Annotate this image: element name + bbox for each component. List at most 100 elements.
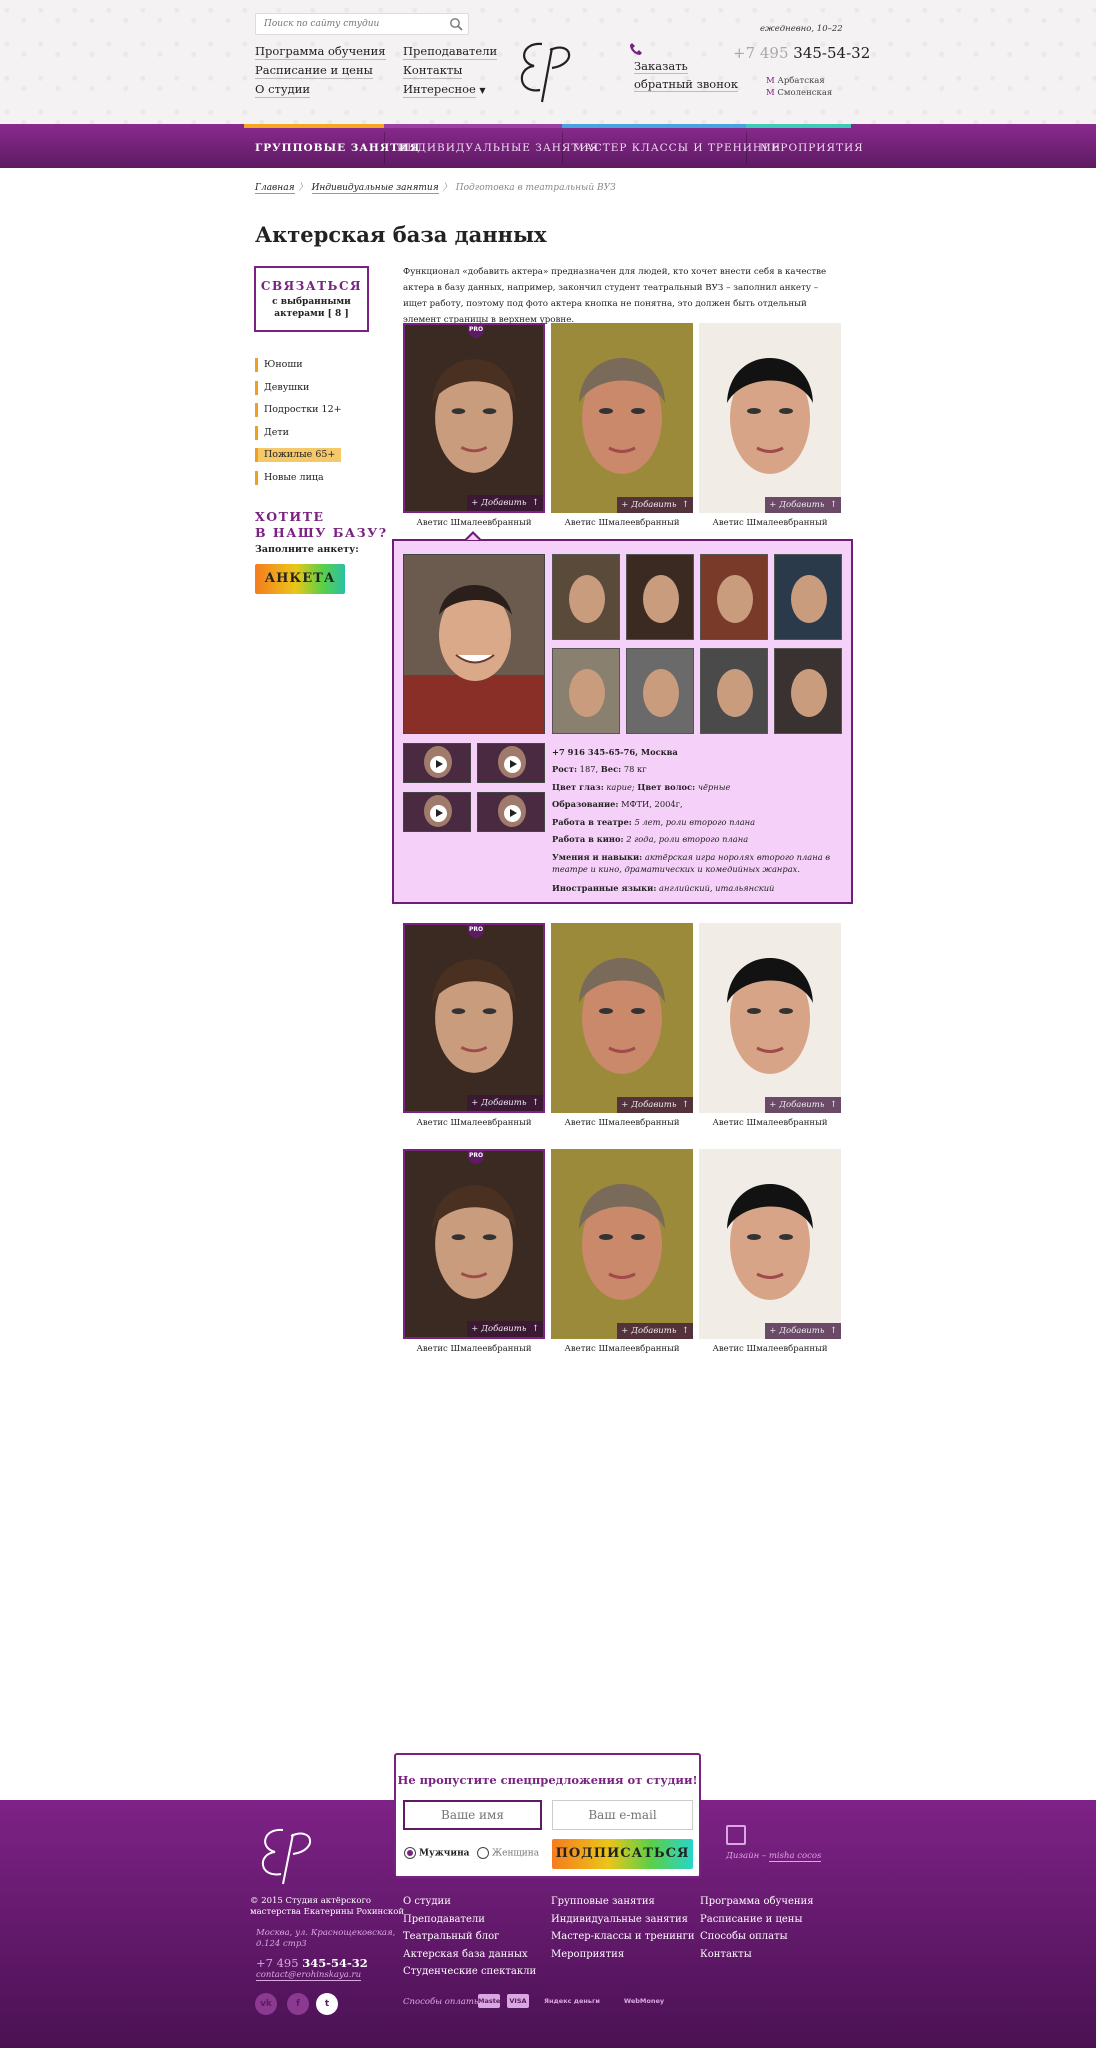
- vk-icon[interactable]: vk: [255, 1993, 277, 2015]
- video-thumbnail[interactable]: [403, 743, 471, 783]
- add-actor-button[interactable]: + Добавить ↑: [617, 497, 693, 513]
- header-link-teachers[interactable]: Преподаватели: [403, 44, 498, 60]
- add-label: Добавить: [779, 1326, 825, 1336]
- actor-card[interactable]: + Добавить ↑: [551, 323, 693, 513]
- name-input[interactable]: [403, 1800, 542, 1830]
- video-thumbnail[interactable]: [477, 792, 545, 832]
- play-icon[interactable]: [430, 805, 447, 822]
- category-new-faces[interactable]: Новые лица: [255, 471, 324, 485]
- actor-card[interactable]: + Добавить ↑: [699, 1149, 841, 1339]
- play-icon[interactable]: [430, 756, 447, 773]
- callback-line1[interactable]: Заказать: [634, 59, 688, 74]
- actor-name[interactable]: Аветис Шмалеевбранный: [551, 1344, 693, 1354]
- video-thumbnail[interactable]: [403, 792, 471, 832]
- actor-thumbnail[interactable]: [774, 554, 842, 640]
- footer-email[interactable]: contact@erohinskaya.ru: [256, 1970, 362, 1981]
- add-actor-button[interactable]: + Добавить ↑: [617, 1323, 693, 1339]
- add-actor-button[interactable]: + Добавить ↑: [467, 1321, 543, 1337]
- actor-thumbnail[interactable]: [700, 554, 768, 640]
- header-link-interesting[interactable]: Интересное ▼: [403, 82, 486, 98]
- header-link-schedule[interactable]: Расписание и цены: [255, 63, 373, 79]
- actor-name[interactable]: Аветис Шмалеевбранный: [699, 518, 841, 528]
- actor-card[interactable]: PRO + Добавить ↑: [403, 1149, 545, 1339]
- actor-card[interactable]: + Добавить ↑: [551, 1149, 693, 1339]
- footer-link[interactable]: Мастер-классы и тренинги: [551, 1928, 695, 1946]
- radio-unchecked-icon[interactable]: [477, 1847, 489, 1859]
- play-icon[interactable]: [504, 805, 521, 822]
- header-link-program[interactable]: Программа обучения: [255, 44, 386, 60]
- actor-card[interactable]: PRO + Добавить ↑: [403, 323, 545, 513]
- footer-link[interactable]: Способы оплаты: [700, 1928, 814, 1946]
- contact-selected-button[interactable]: СВЯЗАТЬСЯ с выбранными актерами [ 8 ]: [254, 266, 369, 332]
- actor-name[interactable]: Аветис Шмалеевбранный: [403, 518, 545, 528]
- footer-link[interactable]: Мероприятия: [551, 1946, 695, 1964]
- radio-checked-icon[interactable]: [404, 1847, 416, 1859]
- footer-link[interactable]: Преподаватели: [403, 1911, 536, 1929]
- header-link-contacts[interactable]: Контакты: [403, 63, 463, 79]
- footer-link[interactable]: Актерская база данных: [403, 1946, 536, 1964]
- external-link-icon[interactable]: [726, 1825, 746, 1845]
- search-input[interactable]: [256, 14, 436, 34]
- actor-name[interactable]: Аветис Шмалеевбранный: [403, 1118, 545, 1128]
- nav-group-classes[interactable]: ГРУППОВЫЕ ЗАНЯТИЯ: [255, 128, 420, 168]
- footer-link[interactable]: Студенческие спектакли: [403, 1963, 536, 1981]
- add-actor-button[interactable]: + Добавить ↑: [765, 1323, 841, 1339]
- actor-name[interactable]: Аветис Шмалеевбранный: [551, 1118, 693, 1128]
- nav-master-classes[interactable]: МАСТЕР КЛАССЫ И ТРЕНИНГИ: [573, 128, 781, 168]
- twitter-icon[interactable]: t: [316, 1993, 338, 2015]
- actor-name[interactable]: Аветис Шмалеевбранный: [699, 1344, 841, 1354]
- actor-thumbnail[interactable]: [552, 554, 620, 640]
- actor-thumbnail[interactable]: [626, 648, 694, 734]
- gender-female-radio[interactable]: Женщина: [477, 1847, 539, 1859]
- add-actor-button[interactable]: + Добавить ↑: [467, 1095, 543, 1111]
- category-girls[interactable]: Девушки: [255, 381, 309, 395]
- footer-link[interactable]: Программа обучения: [700, 1893, 814, 1911]
- footer-logo[interactable]: [253, 1822, 323, 1888]
- actor-card[interactable]: + Добавить ↑: [699, 323, 841, 513]
- category-teens[interactable]: Подростки 12+: [255, 403, 342, 417]
- actor-card[interactable]: PRO + Добавить ↑: [403, 923, 545, 1113]
- anketa-button[interactable]: АНКЕТА: [255, 564, 345, 594]
- video-thumbnail[interactable]: [477, 743, 545, 783]
- subscribe-button[interactable]: ПОДПИСАТЬСЯ: [552, 1839, 693, 1869]
- breadcrumb-home[interactable]: Главная: [255, 183, 295, 194]
- add-actor-button[interactable]: + Добавить ↑: [467, 495, 543, 511]
- facebook-icon[interactable]: f: [287, 1993, 309, 2015]
- footer-link[interactable]: Театральный блог: [403, 1928, 536, 1946]
- footer-link[interactable]: Расписание и цены: [700, 1911, 814, 1929]
- footer-link[interactable]: О студии: [403, 1893, 536, 1911]
- nav-events[interactable]: МЕРОПРИЯТИЯ: [760, 128, 864, 168]
- nav-individual-classes[interactable]: ИНДИВИДУАЛЬНЫЕ ЗАНЯТИЯ: [397, 128, 599, 168]
- header-link-about[interactable]: О студии: [255, 82, 311, 98]
- actor-thumbnail[interactable]: [626, 554, 694, 640]
- actor-name[interactable]: Аветис Шмалеевбранный: [551, 518, 693, 528]
- add-actor-button[interactable]: + Добавить ↑: [617, 1097, 693, 1113]
- actor-card[interactable]: + Добавить ↑: [551, 923, 693, 1113]
- header-link-interesting-label[interactable]: Интересное: [403, 82, 476, 98]
- category-elderly[interactable]: Пожилые 65+: [255, 448, 342, 462]
- breadcrumb-individual[interactable]: Индивидуальные занятия: [311, 183, 439, 194]
- actor-name[interactable]: Аветис Шмалеевбранный: [403, 1344, 545, 1354]
- actor-thumbnail[interactable]: [552, 648, 620, 734]
- category-youth[interactable]: Юноши: [255, 358, 303, 372]
- studio-logo[interactable]: [512, 34, 582, 106]
- add-actor-button[interactable]: + Добавить ↑: [765, 1097, 841, 1113]
- gender-male-radio[interactable]: Мужчина: [404, 1847, 470, 1859]
- callback-link[interactable]: Заказать обратный звонок: [634, 57, 739, 93]
- email-input[interactable]: [552, 1800, 693, 1830]
- footer-link[interactable]: Групповые занятия: [551, 1893, 695, 1911]
- actor-thumbnail[interactable]: [774, 648, 842, 734]
- search-box[interactable]: [255, 13, 469, 35]
- play-icon[interactable]: [504, 756, 521, 773]
- actor-card[interactable]: + Добавить ↑: [699, 923, 841, 1113]
- actor-main-photo[interactable]: [403, 554, 545, 734]
- actor-thumbnail[interactable]: [700, 648, 768, 734]
- footer-link[interactable]: Индивидуальные занятия: [551, 1911, 695, 1929]
- category-kids[interactable]: Дети: [255, 426, 289, 440]
- actor-name[interactable]: Аветис Шмалеевбранный: [699, 1118, 841, 1128]
- footer-link[interactable]: Контакты: [700, 1946, 814, 1964]
- search-icon[interactable]: [449, 17, 463, 31]
- callback-line2[interactable]: обратный звонок: [634, 77, 739, 92]
- add-actor-button[interactable]: + Добавить ↑: [765, 497, 841, 513]
- design-author-link[interactable]: misha cocos: [768, 1851, 822, 1862]
